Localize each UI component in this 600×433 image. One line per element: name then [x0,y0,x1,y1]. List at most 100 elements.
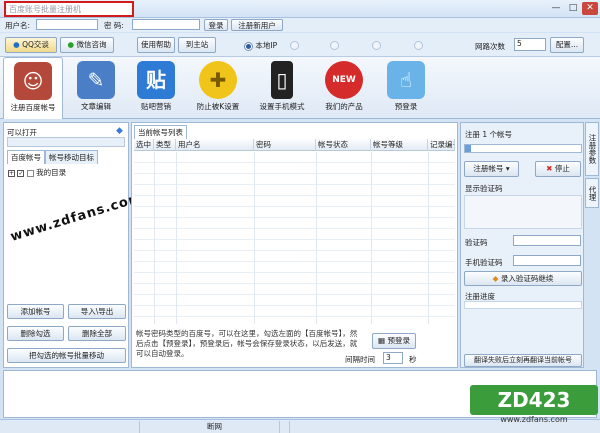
option-radio-2[interactable] [290,40,299,50]
collapse-icon[interactable]: ◆ [116,126,123,136]
tab-proxy[interactable]: 代理 [585,178,599,208]
submit-icon: ◆ [492,274,499,283]
delete-all-button[interactable]: 删除全部 [68,326,126,341]
toolbar-label: 设置手机模式 [259,102,305,111]
retry-count-label: 网路次数 [475,42,505,51]
qq-chat-button[interactable]: ● QQ交谈 [5,37,57,53]
radio-dot [330,40,339,50]
captcha-label: 验证码 [465,238,488,247]
radio-dot [372,40,381,50]
left-panel-scroll[interactable] [7,137,125,147]
account-panel: 可以打开 ◆ 百度帐号 帐号移动目标 + ✓ 我的目录 添加帐号 导入\导出 删除… [3,122,129,368]
batch-move-button[interactable]: 把勾选的帐号批量移动 [7,348,126,363]
qq-chat-label: QQ交谈 [22,40,49,49]
tab-baidu-account[interactable]: 百度帐号 [7,150,45,164]
delete-checked-button[interactable]: 删除勾选 [7,326,64,341]
option-radio-5[interactable] [414,40,423,50]
submit-captcha-button[interactable]: ◆ 录入验证码继续 [464,271,582,286]
window-title: 百度账号批量注册机 [4,1,134,17]
logo-text: ZD423 [470,385,598,415]
phone-code-input[interactable] [513,255,581,266]
interval-label: 间隔时间 [345,355,375,364]
import-export-button[interactable]: 导入\导出 [68,304,126,319]
account-list-panel: 当前帐号列表 选中 类型 用户名 密码 帐号状态 帐号等级 记录编号 帐号密码类… [131,122,458,368]
toolbar-prelogin[interactable]: ☝ 预登录 [376,57,436,119]
toolbar-label: 文章编辑 [81,102,111,111]
option-radio-3[interactable] [330,40,339,50]
option-radio-4[interactable] [372,40,381,50]
toolbar-tieba[interactable]: 贴 贴吧营销 [126,57,186,119]
center-tabs: 当前帐号列表 [134,125,187,139]
register-slider[interactable] [464,144,582,153]
interval-unit: 秒 [409,355,417,364]
tree-item-label: 我的目录 [36,168,67,177]
account-grid[interactable] [134,152,455,324]
tab-register-params[interactable]: 注册参数 [585,122,599,176]
retry-count-value: 5 [517,39,522,48]
tab-current-accounts[interactable]: 当前帐号列表 [134,125,187,139]
col-password[interactable]: 密码 [254,139,316,151]
password-input[interactable] [132,19,200,30]
expand-icon[interactable]: + [8,169,15,177]
register-account-button[interactable]: 注册帐号 ▾ [464,161,519,177]
prelogin-icon: ▦ [378,336,386,345]
weixin-button[interactable]: ● 微信咨询 [60,37,114,53]
close-button[interactable]: ✕ [582,2,598,15]
username-label: 用户名: [5,21,31,30]
tab-move-target[interactable]: 帐号移动目标 [45,150,98,164]
help-button[interactable]: 使用帮助 [137,37,175,53]
network-status: 断网 [140,421,290,433]
retry-count-stepper[interactable]: 5 [514,38,546,51]
toolbar-anti-ban[interactable]: ✚ 防止被K设置 [188,57,248,119]
submit-captcha-label: 录入验证码继续 [500,274,554,283]
edit-icon: ✎ [77,61,115,99]
title-bar: 百度账号批量注册机 — □ ✕ [0,0,600,18]
stop-button[interactable]: ✖ 停止 [535,161,581,177]
username-input[interactable] [36,19,98,30]
password-label: 密 码: [104,21,124,30]
maximize-button[interactable]: □ [565,2,581,15]
toolbar-register-account[interactable]: ☺ 注册百度帐号 [3,57,63,119]
side-tabs: 注册参数 代理 [585,122,600,222]
col-status[interactable]: 帐号状态 [316,139,371,151]
new-icon: NEW [325,61,363,99]
status-segment [0,421,140,433]
tree-item-root[interactable]: + ✓ 我的目录 [8,167,126,178]
local-ip-label: 本地IP [255,41,278,50]
add-account-button[interactable]: 添加帐号 [7,304,64,319]
homepage-button[interactable]: 到主站 [178,37,216,53]
toolbar-article-edit[interactable]: ✎ 文章编辑 [66,57,126,119]
col-selected[interactable]: 选中 [134,139,154,151]
col-record-no[interactable]: 记录编号 [428,139,455,151]
radio-dot [244,41,253,51]
minimize-button[interactable]: — [548,2,564,15]
toolbar-phone-mode[interactable]: ▯ 设置手机模式 [252,57,312,119]
col-username[interactable]: 用户名 [176,139,254,151]
col-type[interactable]: 类型 [154,139,176,151]
toolbar-label: 注册百度帐号 [10,103,56,112]
captcha-title: 显示验证码 [465,184,503,193]
register-user-button[interactable]: 注册新用户 [231,19,283,31]
usage-hint: 帐号密码类型的百度号，可以在这里，勾选左面的【百度帐号】，然后点击【预登录】，预… [136,329,358,358]
radio-dot [290,40,299,50]
zd423-logo: ZD423 www.zdfans.com [470,385,598,431]
toolbar-label: 防止被K设置 [196,102,240,111]
tree-checkbox[interactable]: ✓ [17,169,25,177]
folder-icon [26,169,34,177]
grid-divider [176,152,177,324]
grid-header: 选中 类型 用户名 密码 帐号状态 帐号等级 记录编号 [134,139,455,151]
slider-fill [465,145,471,152]
register-count-title: 注册 1 个帐号 [465,130,513,139]
local-ip-radio[interactable]: 本地IP [244,40,277,51]
login-button[interactable]: 登录 [204,19,228,31]
prelogin-button[interactable]: ▦ 预登录 [372,333,416,349]
stop-icon: ✖ [546,164,553,173]
pointer-icon: ☝ [387,61,425,99]
config-button[interactable]: 配置... [550,37,584,53]
interval-stepper[interactable]: 3 [383,352,403,364]
toolbar-products[interactable]: NEW 我们的产品 [314,57,374,119]
grid-divider [316,152,317,324]
captcha-input[interactable] [513,235,581,246]
retranslate-button[interactable]: 翻译失败后立刻再翻译当前帐号 [464,354,582,367]
col-level[interactable]: 帐号等级 [371,139,428,151]
